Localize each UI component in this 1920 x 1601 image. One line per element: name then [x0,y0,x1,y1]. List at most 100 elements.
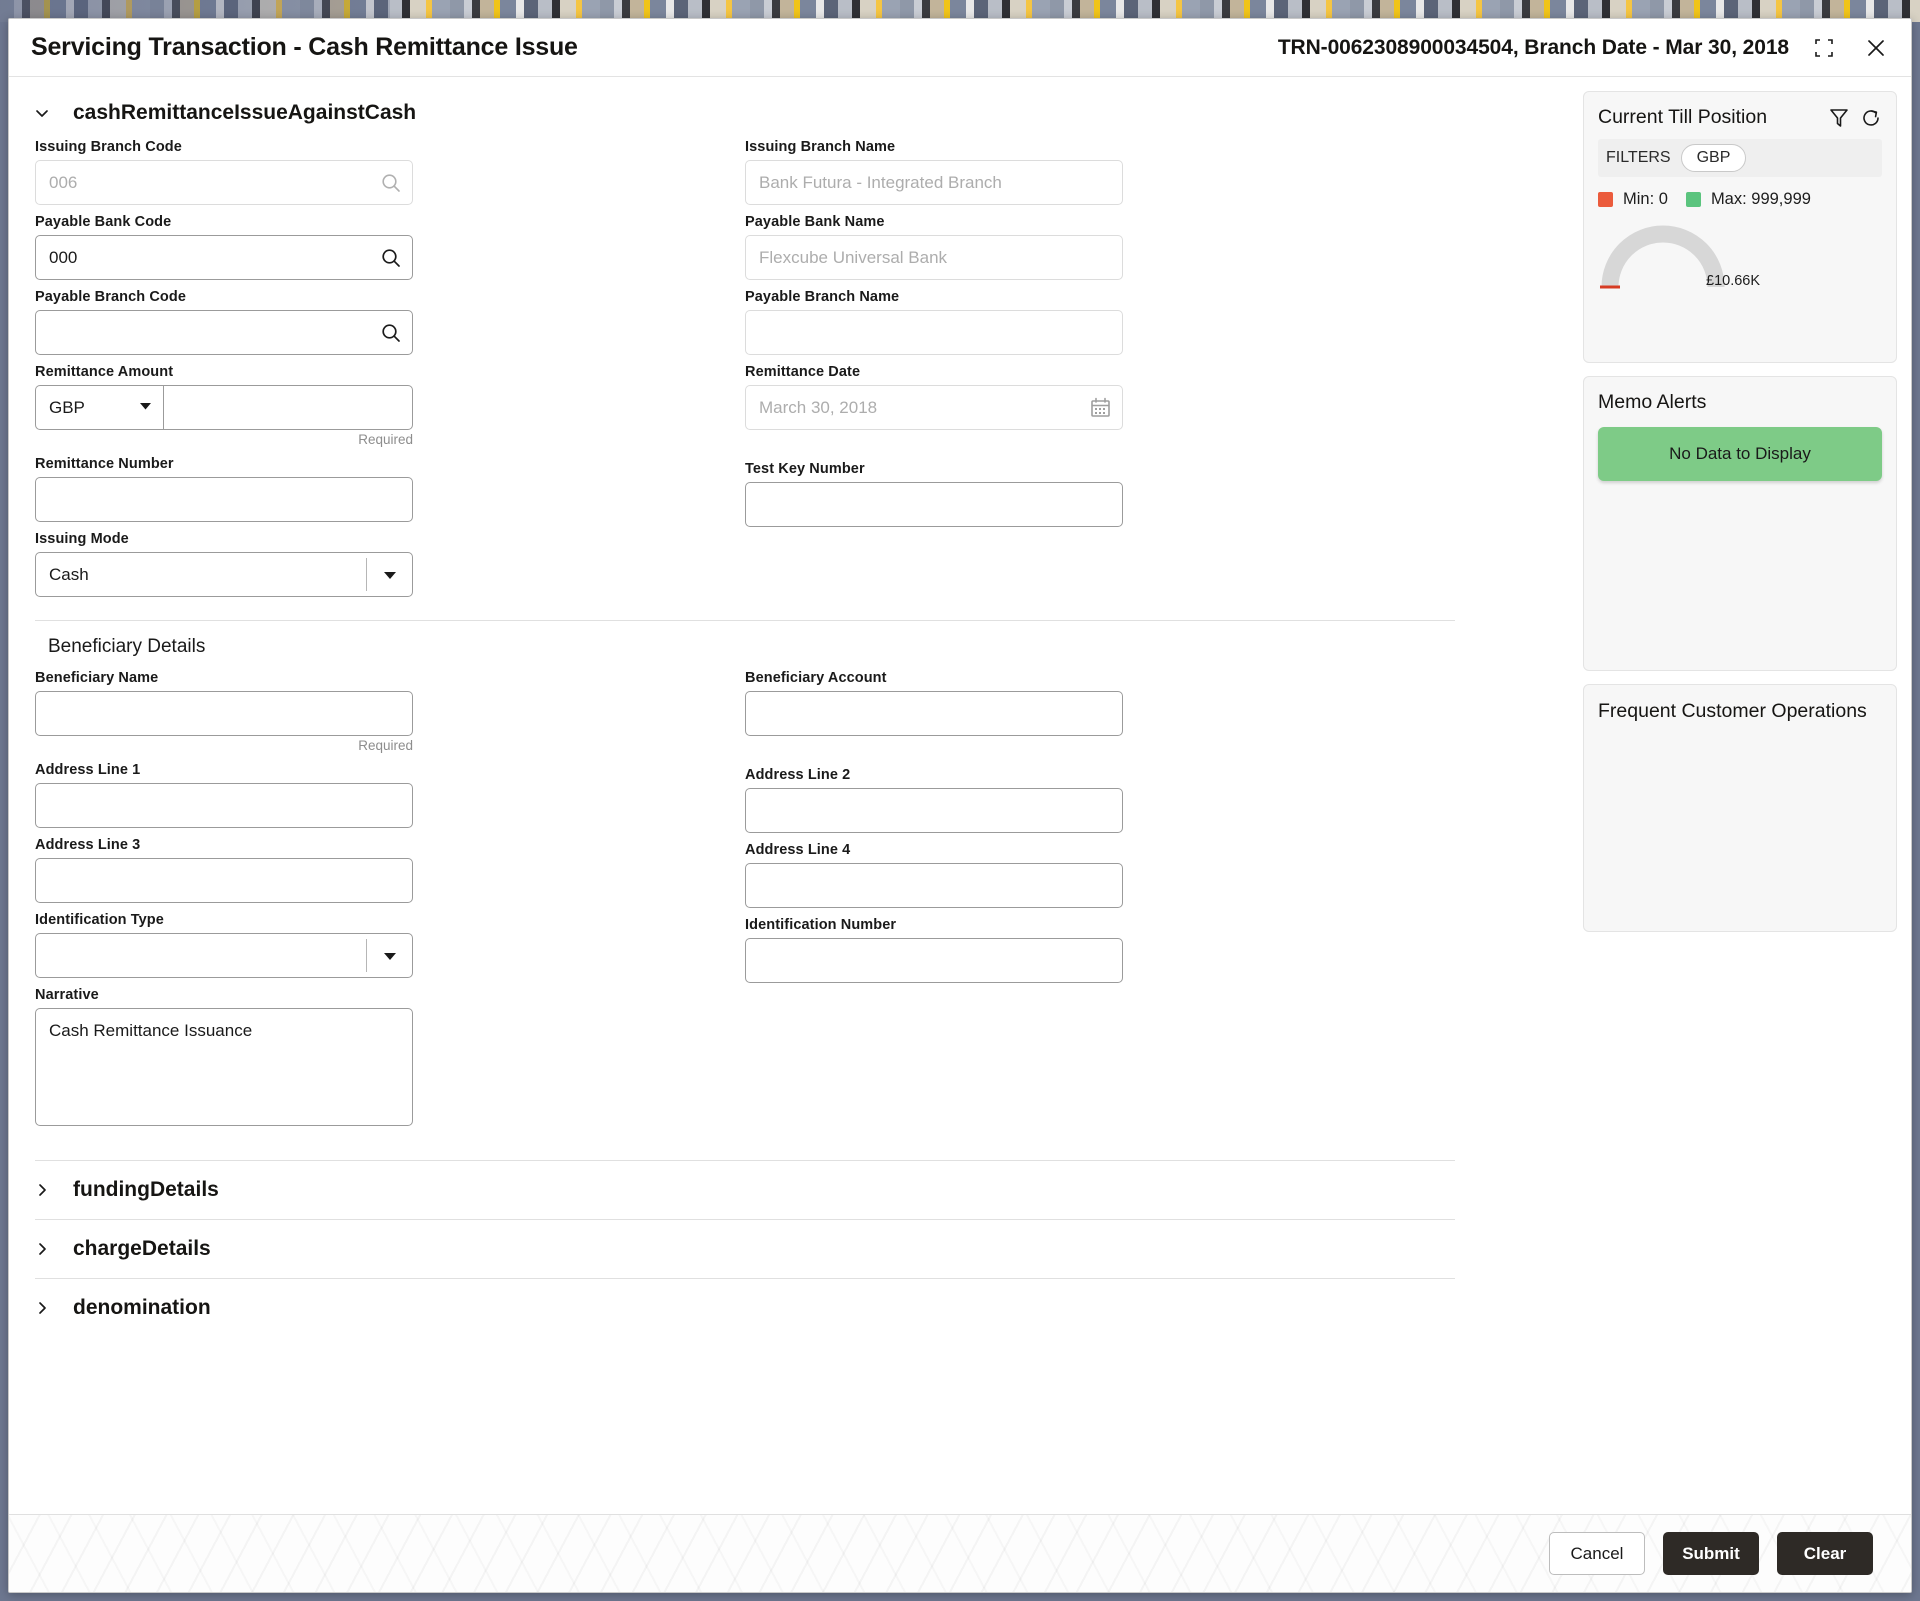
search-icon[interactable] [379,171,402,194]
label-identification-type: Identification Type [35,912,745,928]
modal-footer: Cancel Submit Clear [9,1514,1911,1592]
legend-swatch-max [1686,192,1701,207]
section-header-cash-remittance[interactable]: cashRemittanceIssueAgainstCash [35,95,1557,139]
memo-alerts-title: Memo Alerts [1598,391,1882,414]
form-inner: cashRemittanceIssueAgainstCash Issuing B… [9,77,1581,1337]
field-beneficiary-name: Beneficiary Name Required [35,670,745,753]
issuing-branch-name-input[interactable] [745,160,1123,205]
main-field-grid: Issuing Branch Code [35,139,1557,606]
field-payable-branch-name: Payable Branch Name [745,289,1455,355]
accordion-denomination: denomination [35,1278,1455,1337]
label-payable-bank-name: Payable Bank Name [745,214,1455,230]
memo-alerts-empty-state[interactable]: No Data to Display [1598,427,1882,481]
accordion-title: chargeDetails [73,1237,211,1261]
issuing-branch-code-input[interactable] [35,160,413,205]
label-payable-branch-code: Payable Branch Code [35,289,745,305]
field-address-line-4: Address Line 4 [745,842,1455,908]
frequent-customer-operations-card: Frequent Customer Operations [1583,684,1897,932]
accordion-charge-details: chargeDetails [35,1219,1455,1278]
transaction-reference: TRN-0062308900034504, Branch Date - Mar … [1278,36,1789,60]
accordion-header-charge-details[interactable]: chargeDetails [35,1220,1455,1278]
submit-button[interactable]: Submit [1663,1532,1759,1575]
label-remittance-amount: Remittance Amount [35,364,745,380]
transaction-modal: Servicing Transaction - Cash Remittance … [8,18,1912,1593]
field-narrative: Narrative [35,987,745,1131]
clear-button[interactable]: Clear [1777,1532,1873,1575]
window-controls [1811,35,1889,61]
payable-branch-name-input[interactable] [745,310,1123,355]
header-right-group: TRN-0062308900034504, Branch Date - Mar … [1278,35,1889,61]
label-remittance-number: Remittance Number [35,456,745,472]
beneficiary-name-input[interactable] [35,691,413,736]
field-issuing-branch-code: Issuing Branch Code [35,139,745,205]
till-card-title: Current Till Position [1598,106,1767,129]
payable-bank-name-input[interactable] [745,235,1123,280]
legend-label-min: Min: 0 [1623,190,1668,209]
field-address-line-2: Address Line 2 [745,767,1455,833]
filter-funnel-icon[interactable] [1828,107,1850,129]
till-card-actions [1828,107,1882,129]
refresh-icon[interactable] [1860,107,1882,129]
narrative-textarea[interactable] [35,1008,413,1126]
remittance-amount-input[interactable] [163,385,413,430]
field-identification-number: Identification Number [745,917,1455,983]
beneficiary-field-grid: Beneficiary Name Required Address Line 1 [35,670,1557,1140]
currency-filter-pill[interactable]: GBP [1681,144,1747,172]
modal-body: cashRemittanceIssueAgainstCash Issuing B… [9,77,1911,1514]
beneficiary-account-input[interactable] [745,691,1123,736]
address-line-3-input[interactable] [35,858,413,903]
close-icon[interactable] [1863,35,1889,61]
currency-select[interactable]: GBP [35,385,163,430]
issuing-mode-select[interactable]: Cash [35,552,413,597]
field-issuing-mode: Issuing Mode Cash [35,531,745,597]
address-line-4-input[interactable] [745,863,1123,908]
label-test-key-number: Test Key Number [745,461,1455,477]
accordion-title: denomination [73,1296,211,1320]
frequent-customer-operations-title: Frequent Customer Operations [1598,699,1882,723]
address-line-2-input[interactable] [745,788,1123,833]
field-remittance-number: Remittance Number [35,456,745,522]
label-address-line-3: Address Line 3 [35,837,745,853]
test-key-number-input[interactable] [745,482,1123,527]
chevron-right-icon [35,1183,49,1197]
caret-down-icon [367,567,412,583]
restore-icon[interactable] [1811,35,1837,61]
identification-number-input[interactable] [745,938,1123,983]
field-address-line-1: Address Line 1 [35,762,745,828]
field-payable-bank-name: Payable Bank Name [745,214,1455,280]
caret-down-icon [367,948,412,964]
field-payable-bank-code: Payable Bank Code [35,214,745,280]
payable-bank-code-input[interactable] [35,235,413,280]
label-issuing-branch-name: Issuing Branch Name [745,139,1455,155]
address-line-1-input[interactable] [35,783,413,828]
memo-alerts-card: Memo Alerts No Data to Display [1583,376,1897,671]
accordion-header-funding-details[interactable]: fundingDetails [35,1161,1455,1219]
field-payable-branch-code: Payable Branch Code [35,289,745,355]
remittance-date-input[interactable] [745,385,1123,430]
issuing-mode-value: Cash [49,565,366,585]
label-issuing-branch-code: Issuing Branch Code [35,139,745,155]
accordion-group: fundingDetails chargeDetails [35,1160,1557,1337]
field-remittance-date: Remittance Date [745,364,1455,430]
payable-branch-code-input[interactable] [35,310,413,355]
form-column-right: Issuing Branch Name Payable Bank Name [745,139,1455,606]
calendar-icon[interactable] [1089,396,1112,419]
current-till-position-card: Current Till Position [1583,91,1897,363]
identification-type-select[interactable] [35,933,413,978]
search-icon[interactable] [379,321,402,344]
field-address-line-3: Address Line 3 [35,837,745,903]
till-filters-bar: FILTERS GBP [1598,139,1882,177]
cancel-button[interactable]: Cancel [1549,1532,1645,1575]
chevron-right-icon [35,1301,49,1315]
till-gauge-value: £10.66K [1706,273,1760,289]
label-beneficiary-account: Beneficiary Account [745,670,1455,686]
label-payable-bank-code: Payable Bank Code [35,214,745,230]
filters-label: FILTERS [1606,149,1671,167]
accordion-funding-details: fundingDetails [35,1160,1455,1219]
modal-header: Servicing Transaction - Cash Remittance … [9,19,1911,77]
accordion-header-denomination[interactable]: denomination [35,1279,1455,1337]
label-issuing-mode: Issuing Mode [35,531,745,547]
beneficiary-name-required-note: Required [35,738,413,753]
remittance-number-input[interactable] [35,477,413,522]
search-icon[interactable] [379,246,402,269]
